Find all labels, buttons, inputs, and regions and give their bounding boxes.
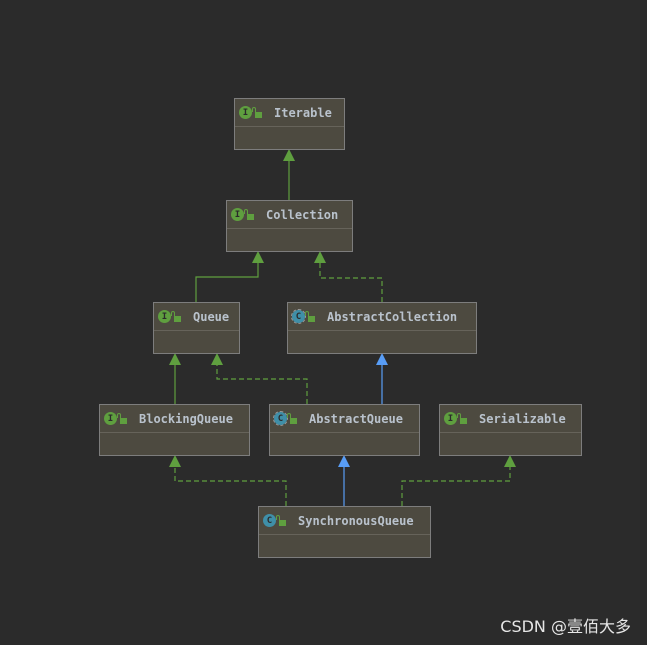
node-serializable[interactable]: I Serializable (439, 404, 582, 456)
node-name: SynchronousQueue (298, 513, 414, 528)
interface-icon: I (231, 208, 244, 221)
class-icon: C (263, 514, 276, 527)
public-lock-icon (457, 412, 467, 424)
node-name: Serializable (479, 411, 566, 426)
node-name: Collection (266, 207, 339, 222)
abstract-class-icon: C (291, 309, 306, 324)
node-blockingqueue[interactable]: I BlockingQueue (99, 404, 250, 456)
edge-queue-collection (195, 257, 259, 302)
node-abstractqueue[interactable]: C AbstractQueue (269, 404, 420, 456)
interface-icon: I (444, 412, 457, 425)
arrowhead-icon (169, 353, 181, 365)
node-name: Queue (193, 309, 230, 324)
node-abstractcollection[interactable]: C AbstractCollection (287, 302, 477, 354)
node-iterable[interactable]: I Iterable (234, 98, 345, 150)
node-name: Iterable (274, 105, 332, 120)
edge-abstractqueue-queue (216, 359, 308, 404)
public-lock-icon (117, 412, 127, 424)
public-lock-icon (252, 106, 262, 118)
public-lock-icon (305, 310, 315, 322)
public-lock-icon (287, 412, 297, 424)
arrowhead-icon (338, 455, 350, 467)
uml-diagram: I Iterable I Collection I Queue C AbstractCo… (0, 0, 647, 645)
watermark: CSDN @壹佰大多 (500, 617, 631, 636)
arrowhead-icon (252, 251, 264, 263)
arrowhead-icon (504, 455, 516, 467)
public-lock-icon (276, 514, 286, 526)
public-lock-icon (244, 208, 254, 220)
edge-abstractcollection-collection (319, 257, 383, 302)
arrowhead-icon (314, 251, 326, 263)
interface-icon: I (239, 106, 252, 119)
interface-icon: I (158, 310, 171, 323)
arrowhead-icon (376, 353, 388, 365)
edge-synchronousqueue-blockingqueue (174, 461, 287, 506)
node-synchronousqueue[interactable]: C SynchronousQueue (258, 506, 431, 558)
node-name: BlockingQueue (139, 411, 233, 426)
node-name: AbstractQueue (309, 411, 403, 426)
arrowhead-icon (169, 455, 181, 467)
node-name: AbstractCollection (327, 309, 458, 324)
abstract-class-icon: C (273, 411, 288, 426)
arrowhead-icon (211, 353, 223, 365)
interface-icon: I (104, 412, 117, 425)
public-lock-icon (171, 310, 181, 322)
arrowhead-icon (283, 149, 295, 161)
edge-synchronousqueue-serializable (401, 461, 511, 506)
node-collection[interactable]: I Collection (226, 200, 353, 252)
node-queue[interactable]: I Queue (153, 302, 240, 354)
